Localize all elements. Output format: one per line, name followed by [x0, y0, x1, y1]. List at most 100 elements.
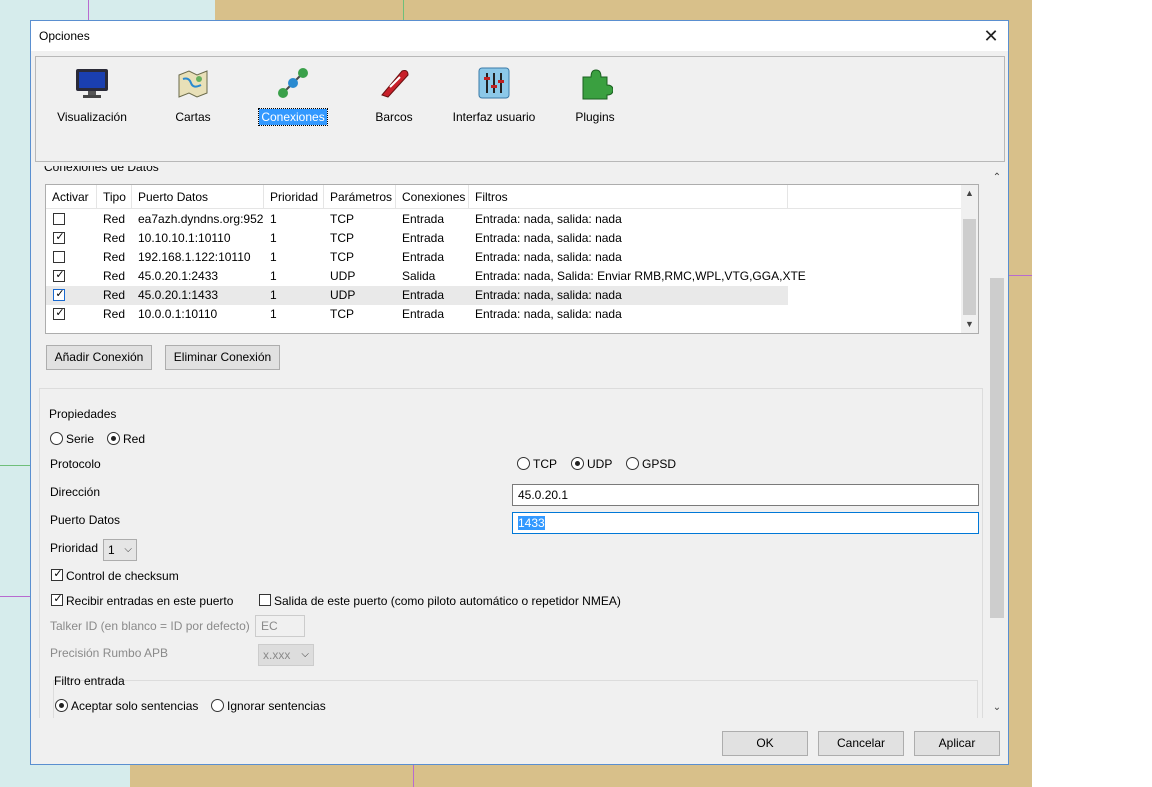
column-header[interactable]: Tipo [97, 185, 132, 209]
column-header[interactable]: Puerto Datos [132, 185, 264, 209]
scroll-down-icon[interactable]: ⌄ [988, 700, 1006, 716]
cell-parametros: UDP [330, 269, 356, 283]
cell-prioridad: 1 [270, 231, 277, 245]
cell-puerto: ea7azh.dyndns.org:952 [138, 212, 264, 226]
direccion-label: Dirección [50, 485, 101, 499]
cell-tipo: Red [103, 307, 126, 321]
cell-filtros: Entrada: nada, salida: nada [475, 288, 622, 302]
remove-connection-button[interactable]: Eliminar Conexión [165, 345, 280, 370]
tab-barcos[interactable]: Barcos [344, 61, 444, 124]
tab-cartas[interactable]: Cartas [143, 61, 243, 124]
talker-input[interactable]: EC [255, 615, 305, 637]
enable-checkbox[interactable] [53, 251, 65, 263]
tab-label: Interfaz usuario [452, 110, 536, 124]
gpsd-radio[interactable] [626, 457, 639, 470]
cell-parametros: TCP [330, 212, 354, 226]
column-header[interactable]: Filtros [469, 185, 788, 209]
puerto-datos-input[interactable]: 1433 [512, 512, 979, 534]
enable-checkbox[interactable]: ✓ [53, 269, 65, 282]
tab-interfaz-usuario[interactable]: Interfaz usuario [444, 61, 544, 124]
udp-radio[interactable] [571, 457, 584, 470]
cell-filtros: Entrada: nada, salida: nada [475, 231, 622, 245]
content-scrollbar[interactable]: ⌃ ⌄ [988, 166, 1006, 718]
tab-label: Barcos [375, 110, 413, 124]
cell-conexiones: Salida [402, 269, 436, 283]
ok-button[interactable]: OK [722, 731, 808, 756]
red-radio[interactable] [107, 432, 120, 445]
connections-icon [275, 65, 311, 101]
section-label: Conexiones de Datos [44, 166, 159, 174]
aceptar-radio[interactable] [55, 699, 68, 712]
recibir-label: Recibir entradas en este puerto [66, 594, 234, 608]
monitor-icon [74, 65, 110, 101]
table-scrollbar[interactable]: ▲ ▼ [961, 185, 978, 333]
cell-conexiones: Entrada [402, 288, 445, 302]
table-row[interactable]: Red ea7azh.dyndns.org:952 1 TCP Entrada … [46, 210, 788, 229]
scroll-up-icon[interactable]: ⌃ [988, 170, 1006, 186]
tab-label: Cartas [175, 110, 211, 124]
tab-conexiones[interactable]: Conexiones [243, 61, 343, 126]
title-bar: Opciones ✕ [31, 21, 1008, 51]
tab-plugins[interactable]: Plugins [545, 61, 645, 124]
close-icon[interactable]: ✕ [980, 25, 1002, 47]
enable-checkbox[interactable] [53, 213, 65, 225]
connections-table: Activar Tipo Puerto Datos Prioridad Pará… [45, 184, 979, 334]
direccion-input[interactable]: 45.0.20.1 [512, 484, 979, 506]
cell-conexiones: Entrada [402, 250, 445, 264]
tcp-label: TCP [533, 457, 557, 471]
scroll-down-icon[interactable]: ▼ [961, 316, 978, 333]
enable-checkbox[interactable]: ✓ [53, 231, 65, 244]
chevron-down-icon: ⌵ [301, 649, 309, 660]
scroll-thumb[interactable] [963, 219, 976, 315]
aceptar-label: Aceptar solo sentencias [71, 699, 199, 713]
puzzle-icon [577, 65, 614, 101]
table-row[interactable]: ✓ Red 45.0.20.1:2433 1 UDP Salida Entrad… [46, 267, 806, 286]
table-row-selected[interactable]: ✓ Red 45.0.20.1:1433 1 UDP Entrada Entra… [46, 286, 788, 305]
precision-select[interactable]: x.xxx ⌵ [258, 644, 314, 666]
options-toolbar: Visualización Cartas Conexiones Barcos I… [35, 56, 1005, 162]
table-row[interactable]: Red 192.168.1.122:10110 1 TCP Entrada En… [46, 248, 788, 267]
scroll-up-icon[interactable]: ▲ [961, 185, 978, 202]
cell-tipo: Red [103, 212, 126, 226]
column-header[interactable]: Conexiones [396, 185, 469, 209]
properties-label: Propiedades [49, 407, 117, 421]
tab-visualizacion[interactable]: Visualización [42, 61, 142, 124]
udp-label: UDP [587, 457, 613, 471]
column-header[interactable]: Activar [46, 185, 97, 209]
cell-filtros: Entrada: nada, salida: nada [475, 212, 622, 226]
table-row[interactable]: ✓ Red 10.10.10.1:10110 1 TCP Entrada Ent… [46, 229, 788, 248]
serie-radio[interactable] [50, 432, 63, 445]
ignorar-radio[interactable] [211, 699, 224, 712]
cancel-button[interactable]: Cancelar [818, 731, 904, 756]
tcp-radio[interactable] [517, 457, 530, 470]
cell-parametros: TCP [330, 307, 354, 321]
tab-label: Plugins [575, 110, 615, 124]
options-dialog: Opciones ✕ Visualización Cartas Conexion… [30, 20, 1009, 765]
scroll-thumb[interactable] [990, 278, 1004, 618]
cell-prioridad: 1 [270, 307, 277, 321]
enable-checkbox[interactable]: ✓ [53, 307, 65, 320]
properties-group [39, 388, 983, 718]
cell-filtros: Entrada: nada, salida: nada [475, 307, 622, 321]
table-row[interactable]: ✓ Red 10.0.0.1:10110 1 TCP Entrada Entra… [46, 305, 788, 324]
gpsd-label: GPSD [642, 457, 677, 471]
column-header[interactable]: Parámetros [324, 185, 396, 209]
add-connection-button[interactable]: Añadir Conexión [46, 345, 152, 370]
chevron-down-icon: ⌵ [124, 544, 132, 555]
cell-conexiones: Entrada [402, 231, 445, 245]
apply-button[interactable]: Aplicar [914, 731, 1000, 756]
table-header: Activar Tipo Puerto Datos Prioridad Pará… [46, 185, 962, 209]
cell-parametros: TCP [330, 231, 354, 245]
checksum-checkbox[interactable]: ✓ [51, 568, 63, 581]
cell-puerto: 45.0.20.1:1433 [138, 288, 219, 302]
salida-checkbox[interactable] [259, 594, 271, 606]
serie-label: Serie [66, 432, 95, 446]
tab-label: Visualización [57, 110, 127, 124]
column-header[interactable]: Prioridad [264, 185, 324, 209]
talker-label: Talker ID (en blanco = ID por defecto) [50, 619, 250, 633]
sliders-icon [476, 65, 512, 101]
prioridad-select[interactable]: 1 ⌵ [103, 539, 137, 561]
enable-checkbox[interactable]: ✓ [53, 288, 65, 301]
recibir-checkbox[interactable]: ✓ [51, 593, 63, 606]
cell-conexiones: Entrada [402, 212, 445, 226]
